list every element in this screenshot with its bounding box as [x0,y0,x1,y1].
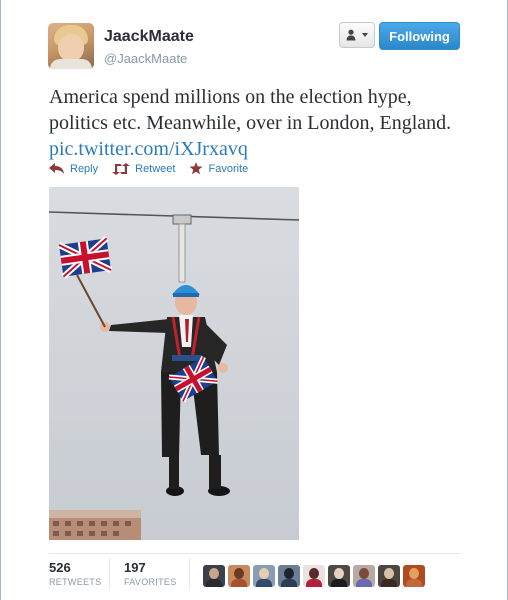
tweet-actions: Reply Retweet Favorite [49,162,262,175]
user-icon [346,29,356,41]
favoriter-avatar[interactable] [353,565,375,587]
favoriter-avatar[interactable] [228,565,250,587]
star-icon [189,162,203,175]
favoriter-avatar-head [259,568,269,579]
favoriter-avatar[interactable] [303,565,325,587]
favorite-label: Favorite [208,162,249,175]
favoriter-avatar-head [309,568,319,579]
favoriter-avatar-body [256,579,272,587]
avatar-shirt [50,59,92,69]
stat-divider [109,558,110,590]
favoriter-avatar[interactable] [378,565,400,587]
reply-action[interactable]: Reply [49,163,98,175]
reply-icon [49,163,64,174]
tweet-card: JaackMaate @JaackMaate Following America… [0,0,508,600]
favoriters-list [203,565,425,587]
tweet-stats: 526 RETWEETS 197 FAVORITES [49,553,461,598]
user-actions-button[interactable] [339,22,375,48]
favoriter-avatar[interactable] [403,565,425,587]
retweets-count: 526 [49,560,71,575]
avatar[interactable] [48,23,94,69]
zipline-photo [49,187,299,540]
favoriter-avatar-head [284,568,294,579]
tweet-text: America spend millions on the election h… [49,84,469,162]
favoriter-avatar-body [356,579,372,587]
tweet-body: America spend millions on the election h… [49,86,452,134]
tweet-photo[interactable] [49,187,299,540]
favoriter-avatar-body [381,579,397,587]
favoriter-avatar-head [209,568,219,579]
favoriter-avatar[interactable] [328,565,350,587]
favoriter-avatar-body [281,579,297,587]
stat-divider [189,558,190,590]
reply-label: Reply [70,162,99,175]
display-name[interactable]: JaackMaate [104,28,194,46]
favoriter-avatar-body [231,579,247,587]
favoriter-avatar[interactable] [253,565,275,587]
favoriter-avatar-head [234,568,244,579]
favoriter-avatar-body [331,579,347,587]
favoriter-avatar-head [384,568,394,579]
favoriter-avatar-head [359,568,369,579]
retweet-label: Retweet [135,162,176,175]
favoriter-avatar[interactable] [203,565,225,587]
retweet-icon [112,162,131,175]
user-handle[interactable]: @JaackMaate [104,51,187,66]
favoriter-avatar-head [334,568,344,579]
favorites-stat[interactable]: 197 FAVORITES [124,560,177,587]
following-button[interactable]: Following [379,22,460,50]
favorite-action[interactable]: Favorite [189,162,248,175]
favoriter-avatar-body [306,579,322,587]
favorites-label: FAVORITES [124,577,177,587]
retweet-action[interactable]: Retweet [112,162,176,175]
retweets-label: RETWEETS [49,577,102,587]
avatar-face [58,34,84,62]
favorites-count: 197 [124,560,146,575]
favoriter-avatar-body [206,579,222,587]
favoriter-avatar-body [406,579,422,587]
tweet-media-link[interactable]: pic.twitter.com/iXJrxavq [49,138,248,160]
caret-down-icon [362,33,368,37]
retweets-stat[interactable]: 526 RETWEETS [49,560,101,587]
favoriter-avatar[interactable] [278,565,300,587]
favoriter-avatar-head [409,568,419,579]
